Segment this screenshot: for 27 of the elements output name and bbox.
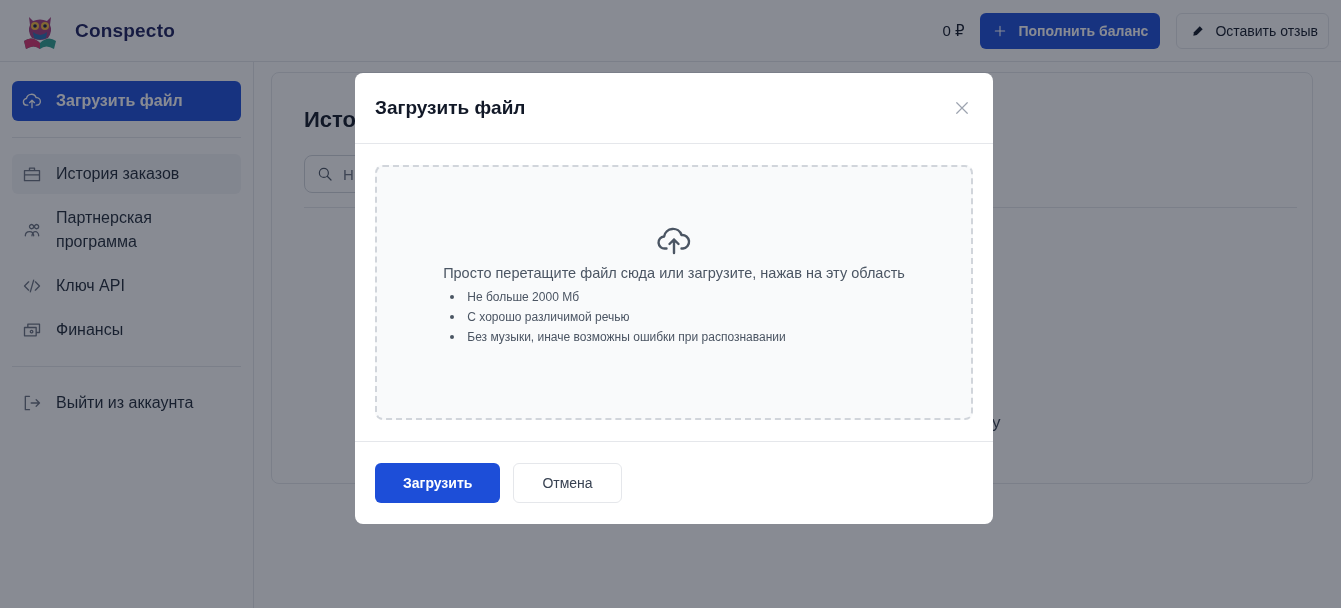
balance-amount: 0 ₽ — [942, 21, 965, 40]
top-up-button[interactable]: Пополнить баланс — [980, 12, 1161, 49]
upload-button[interactable]: Загрузить — [375, 463, 501, 503]
cancel-button[interactable]: Отмена — [513, 463, 622, 503]
close-icon — [953, 99, 971, 117]
empty-state-text: у — [992, 413, 1001, 433]
search-icon — [316, 165, 334, 183]
requirement-text: С хорошо различимой речью — [467, 309, 630, 325]
logout-link[interactable]: Выйти из аккаунта — [12, 383, 212, 423]
logout-icon — [22, 393, 42, 413]
dialog-title: Загрузить файл — [375, 97, 526, 119]
upload-file-button[interactable]: Загрузить файл — [12, 81, 241, 121]
bullet-icon — [450, 335, 455, 339]
requirement-text: Без музыки, иначе возможны ошибки при распознавании — [467, 329, 786, 345]
brand-name: Conspecto — [75, 19, 175, 42]
sidebar-item[interactable]: Партнерская программа — [12, 198, 212, 262]
page-heading: Исто — [304, 107, 356, 134]
sidebar-item[interactable]: Финансы — [12, 310, 212, 350]
cloud-upload-icon — [22, 91, 42, 111]
bullet-icon — [450, 315, 455, 319]
requirement-text: Не больше 2000 Мб — [467, 289, 579, 305]
feedback-button[interactable]: Оставить отзыв — [1176, 12, 1329, 49]
bullet-icon — [450, 295, 455, 299]
drop-zone-hint: Просто перетащите файл сюда или загрузите, нажав на эту область — [443, 265, 905, 281]
drop-zone[interactable]: Просто перетащите файл сюда или загрузите, нажав на эту область Не больше 2000 Мб С хорошо различимой речью Без музыки, иначе возможны ошибки при распознавании — [375, 165, 973, 420]
sidebar-item[interactable]: История заказов — [12, 154, 241, 194]
sidebar-item[interactable]: Ключ API — [12, 266, 212, 306]
